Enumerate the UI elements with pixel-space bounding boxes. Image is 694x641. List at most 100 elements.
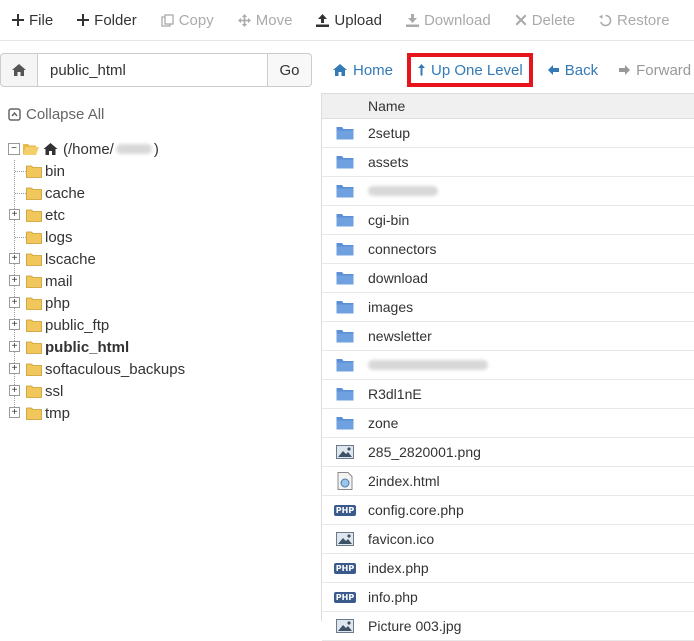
folder-row[interactable]: 2setup <box>322 119 694 148</box>
folder-row[interactable]: assets <box>322 148 694 177</box>
folder-icon <box>334 242 356 256</box>
file-row[interactable]: PHP index.php <box>322 554 694 583</box>
folder-icon <box>26 253 42 266</box>
up-one-level-label: Up One Level <box>431 61 523 79</box>
home-button[interactable]: Home <box>322 53 403 87</box>
expand-toggle-icon[interactable]: + <box>9 253 20 264</box>
tree-item-logs[interactable]: logs <box>8 226 185 248</box>
folder-icon <box>26 363 42 376</box>
move-icon <box>237 13 256 27</box>
tree-item-public-ftp[interactable]: + public_ftp <box>8 314 185 336</box>
expand-toggle-icon[interactable]: + <box>9 319 20 330</box>
copy-icon <box>161 13 179 27</box>
folder-icon <box>334 329 356 343</box>
forward-button[interactable]: Forward <box>608 53 694 87</box>
go-button[interactable]: Go <box>268 53 312 87</box>
collapse-toggle-icon[interactable]: − <box>8 143 20 155</box>
folder-label: Folder <box>94 11 137 29</box>
file-row[interactable]: PHP info.php <box>322 583 694 612</box>
expand-toggle-icon[interactable]: + <box>9 341 20 352</box>
expand-toggle-icon[interactable]: + <box>9 297 20 308</box>
expand-toggle-icon[interactable]: + <box>9 385 20 396</box>
file-name: index.php <box>368 560 429 576</box>
folder-icon <box>334 213 356 227</box>
collapse-all-button[interactable]: Collapse All <box>8 106 104 123</box>
restore-button[interactable]: Restore <box>587 0 682 40</box>
copy-button[interactable]: Copy <box>149 0 226 40</box>
file-name: favicon.ico <box>368 531 435 547</box>
tree-items: bin cache + etc logs + lscache + mail + php + public… <box>8 160 185 424</box>
tree-item-php[interactable]: + php <box>8 292 185 314</box>
back-label: Back <box>564 61 599 79</box>
tree-item-cache[interactable]: cache <box>8 182 185 204</box>
folder-row[interactable]: connectors <box>322 235 694 264</box>
folder-icon <box>334 271 356 285</box>
file-name: cgi-bin <box>368 212 410 228</box>
folder-icon <box>334 358 356 372</box>
arrow-right-icon <box>619 65 631 75</box>
tree-root[interactable]: − (/home/ ) <box>8 138 185 160</box>
folder-row[interactable]: download <box>322 264 694 293</box>
copy-label: Copy <box>178 11 214 29</box>
delete-button[interactable]: Delete <box>503 0 587 40</box>
folder-icon <box>26 385 42 398</box>
expand-toggle-icon[interactable]: + <box>9 407 20 418</box>
file-name: info.php <box>368 589 418 605</box>
folder-icon <box>26 231 42 244</box>
upload-button[interactable]: Upload <box>304 0 394 40</box>
file-row[interactable]: Picture 003.jpg <box>322 612 694 641</box>
expand-toggle-icon[interactable]: + <box>9 275 20 286</box>
tree-item-tmp[interactable]: + tmp <box>8 402 185 424</box>
name-column-header[interactable]: Name <box>368 98 405 114</box>
tree-item-public-html[interactable]: + public_html <box>8 336 185 358</box>
folder-row[interactable] <box>322 351 694 380</box>
tree-item-softaculous-backups[interactable]: + softaculous_backups <box>8 358 185 380</box>
tree-item-ssl[interactable]: + ssl <box>8 380 185 402</box>
path-home-button[interactable] <box>0 53 38 87</box>
file-list-panel: Name 2setup assets cgi-bin connectors downlo… <box>321 93 694 641</box>
move-button[interactable]: Move <box>226 0 305 40</box>
tree-item-etc[interactable]: + etc <box>8 204 185 226</box>
tree-branch-line <box>15 171 26 172</box>
home-icon <box>43 143 58 155</box>
file-row[interactable]: favicon.ico <box>322 525 694 554</box>
folder-icon <box>26 209 42 222</box>
home-icon <box>333 64 347 76</box>
image-file-icon <box>334 619 356 633</box>
expand-toggle-icon[interactable]: + <box>9 363 20 374</box>
folder-icon <box>26 319 42 332</box>
file-row[interactable]: 2index.html <box>322 467 694 496</box>
file-row[interactable]: 285_2820001.png <box>322 438 694 467</box>
folder-button[interactable]: Folder <box>65 0 149 40</box>
redacted-file-name <box>368 186 438 196</box>
html-file-icon <box>334 472 356 490</box>
arrow-left-icon <box>547 65 559 75</box>
folder-row[interactable]: cgi-bin <box>322 206 694 235</box>
tree-item-label: logs <box>45 228 73 246</box>
up-one-level-button[interactable]: Up One Level <box>407 53 533 87</box>
folder-row[interactable]: newsletter <box>322 322 694 351</box>
folder-row[interactable]: zone <box>322 409 694 438</box>
tree-item-lscache[interactable]: + lscache <box>8 248 185 270</box>
tree-item-mail[interactable]: + mail <box>8 270 185 292</box>
tree-item-label: mail <box>45 272 73 290</box>
file-button[interactable]: File <box>0 0 65 40</box>
folder-icon <box>334 184 356 198</box>
forward-label: Forward <box>636 61 692 79</box>
file-row[interactable]: PHP config.core.php <box>322 496 694 525</box>
plus-icon <box>12 14 29 26</box>
folder-row[interactable]: images <box>322 293 694 322</box>
expand-toggle-icon[interactable]: + <box>9 209 20 220</box>
folder-row[interactable] <box>322 177 694 206</box>
download-button[interactable]: Download <box>394 0 503 40</box>
file-list-header[interactable]: Name <box>322 93 694 119</box>
file-name: Picture 003.jpg <box>368 618 462 634</box>
folder-icon <box>26 187 42 200</box>
file-name: assets <box>368 154 409 170</box>
path-input[interactable] <box>38 53 268 87</box>
folder-row[interactable]: R3dl1nE <box>322 380 694 409</box>
folder-icon <box>334 387 356 401</box>
back-button[interactable]: Back <box>537 53 608 87</box>
tree-item-bin[interactable]: bin <box>8 160 185 182</box>
folder-icon <box>334 155 356 169</box>
